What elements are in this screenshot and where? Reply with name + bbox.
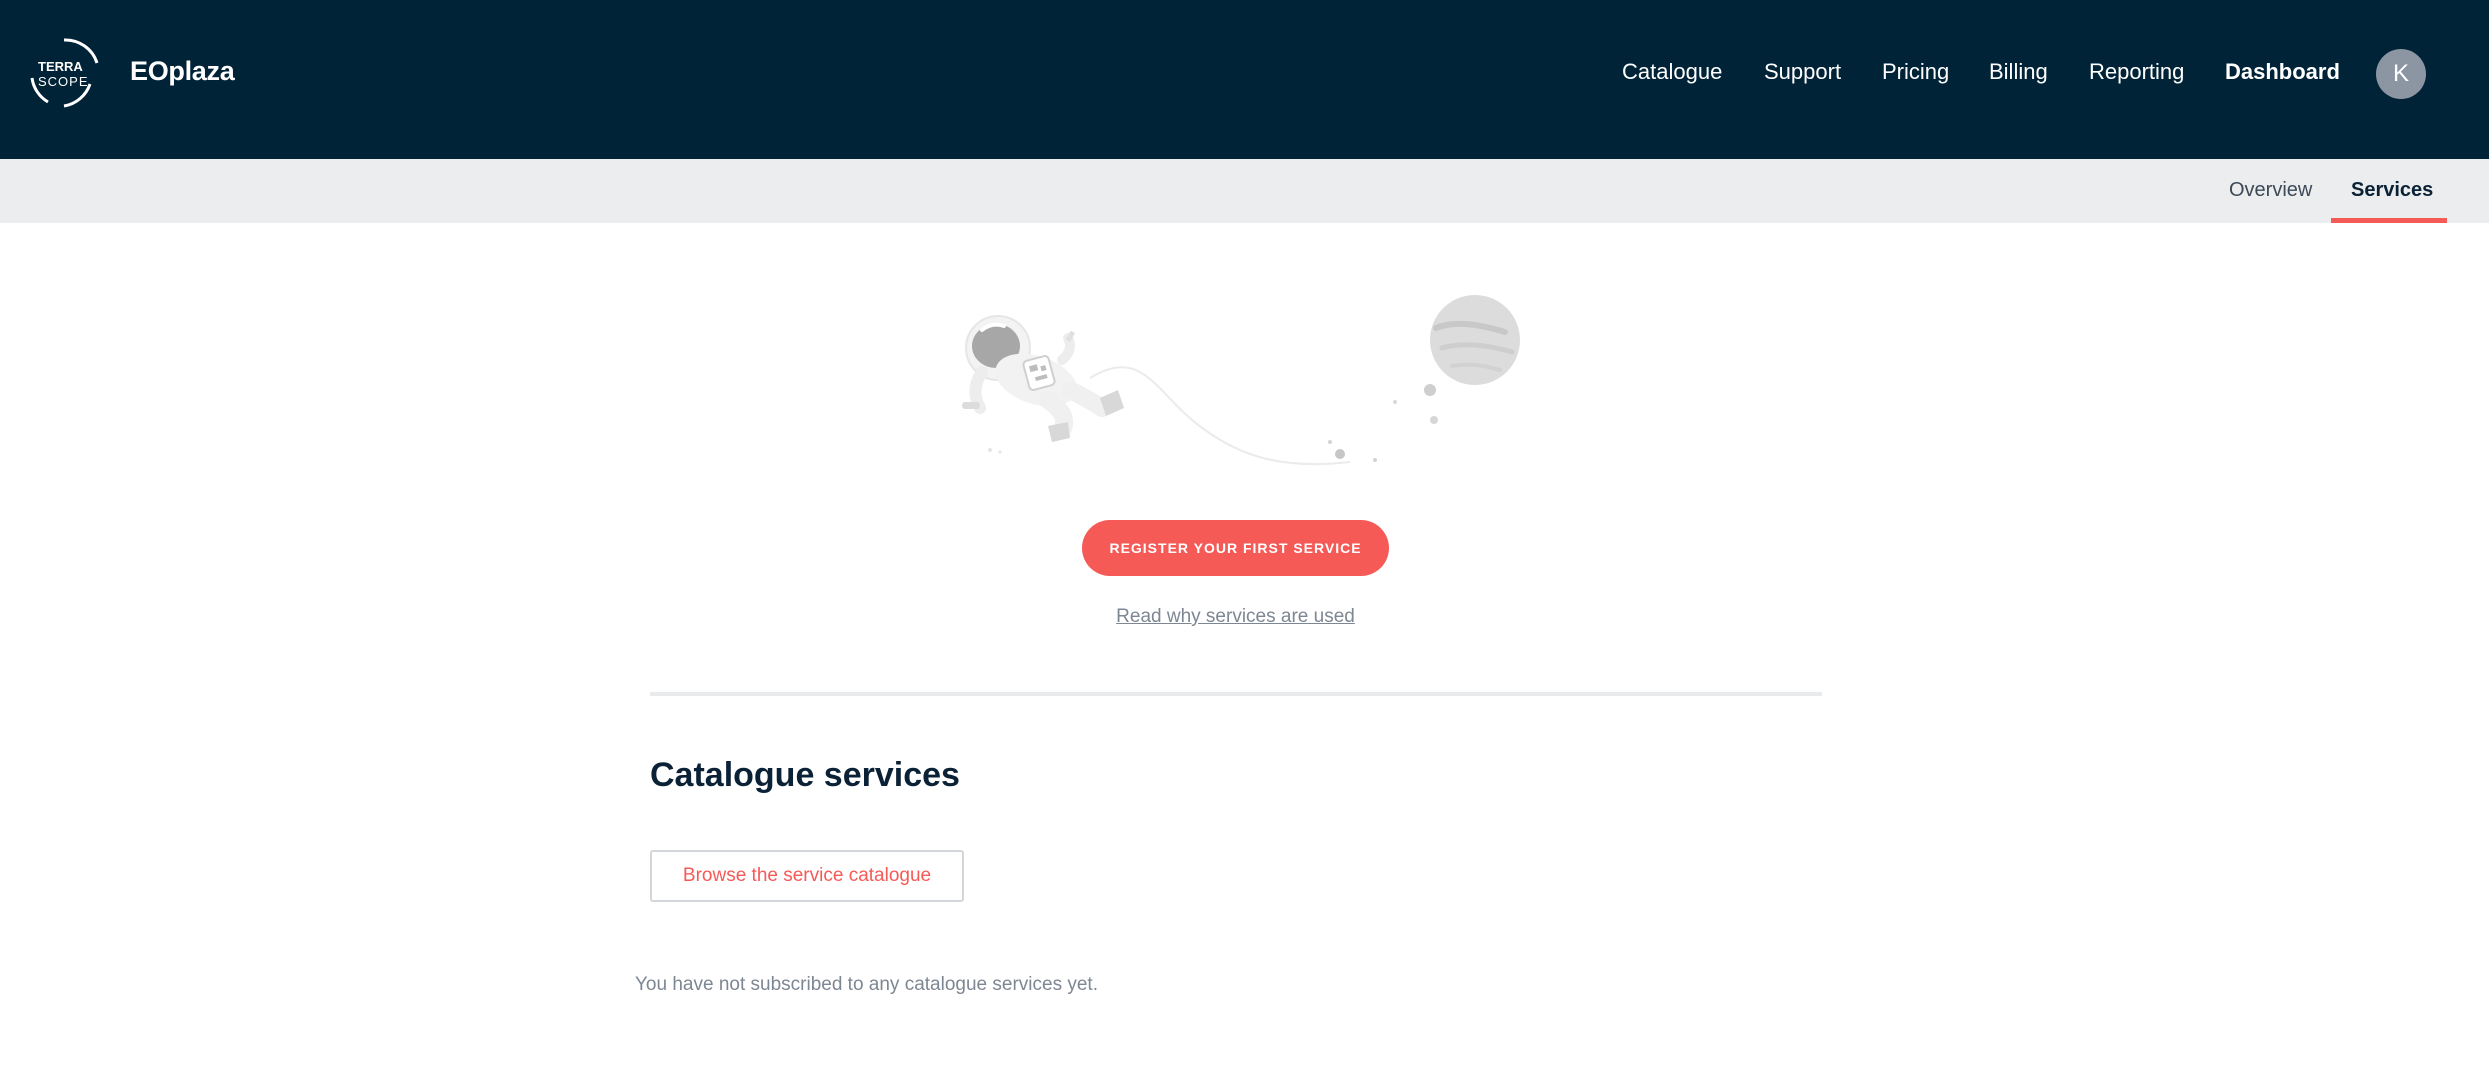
nav-catalogue[interactable]: Catalogue	[1622, 59, 1722, 85]
tab-services[interactable]: Services	[2351, 179, 2433, 202]
svg-text:SCOPE: SCOPE	[38, 74, 89, 89]
top-navigation-bar: TERRA SCOPE EOplaza Catalogue Support Pr…	[0, 0, 2489, 159]
catalogue-services-heading: Catalogue services	[650, 756, 960, 794]
nav-pricing[interactable]: Pricing	[1882, 59, 1949, 85]
browse-service-catalogue-button[interactable]: Browse the service catalogue	[650, 850, 964, 902]
register-first-service-button[interactable]: REGISTER YOUR FIRST SERVICE	[1082, 520, 1389, 576]
active-tab-indicator	[2331, 218, 2447, 223]
svg-text:TERRA: TERRA	[38, 59, 83, 74]
terrascope-logo[interactable]: TERRA SCOPE	[24, 36, 110, 110]
no-subscriptions-message: You have not subscribed to any catalogue…	[635, 974, 1098, 995]
nav-dashboard[interactable]: Dashboard	[2225, 59, 2340, 85]
nav-reporting[interactable]: Reporting	[2089, 59, 2184, 85]
tab-overview[interactable]: Overview	[2229, 179, 2312, 202]
user-avatar[interactable]: K	[2376, 49, 2426, 99]
dashboard-subnav: Overview Services	[0, 159, 2489, 223]
nav-billing[interactable]: Billing	[1989, 59, 2048, 85]
section-divider	[650, 692, 1822, 696]
astronaut-floating-illustration	[962, 295, 1520, 466]
nav-support[interactable]: Support	[1764, 59, 1841, 85]
brand-name[interactable]: EOplaza	[130, 56, 235, 87]
read-why-services-link[interactable]: Read why services are used	[1113, 606, 1358, 628]
